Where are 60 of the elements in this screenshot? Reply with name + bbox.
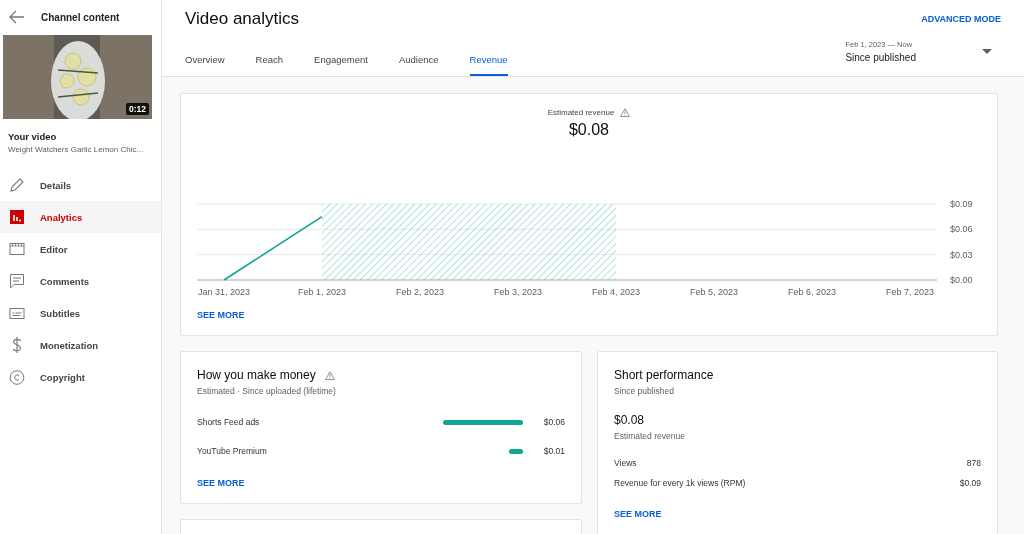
revenue-bar — [509, 448, 523, 454]
subtitles-icon — [9, 307, 25, 319]
axis-label: $0.06 — [950, 224, 973, 235]
sidebar-item[interactable]: Comments — [0, 265, 161, 297]
axis-label: Feb 4, 2023 — [592, 287, 640, 297]
metric-value: $0.09 — [959, 478, 981, 488]
source-label: Shorts Feed ads — [197, 417, 261, 427]
warning-icon — [324, 370, 335, 380]
analytics-icon — [9, 210, 25, 224]
warning-icon — [620, 108, 631, 117]
see-more-link[interactable]: SEE MORE — [197, 310, 245, 320]
sidebar-item[interactable]: Details — [0, 169, 161, 201]
tab[interactable]: Revenue — [469, 38, 508, 76]
dropdown-caret-icon — [982, 49, 992, 54]
card-subtitle: Since published — [614, 386, 675, 396]
axis-label: $0.00 — [950, 275, 973, 285]
chart-title: Estimated revenue — [547, 108, 615, 117]
source-value: $0.06 — [542, 417, 565, 427]
axis-label: Feb 6, 2023 — [788, 287, 836, 297]
axis-label: Feb 2, 2023 — [396, 287, 444, 297]
copyright-icon — [9, 369, 25, 385]
tab[interactable]: Audience — [398, 38, 439, 76]
video-title: Weight Watchers Garlic Lemon Chic... — [8, 145, 145, 154]
tab[interactable]: Engagement — [314, 38, 368, 76]
sidebar-item[interactable]: Editor — [0, 233, 161, 265]
advanced-mode-link[interactable]: ADVANCED MODE — [921, 14, 1001, 24]
metric-label: Views — [614, 458, 637, 468]
duration-badge: 0:12 — [126, 103, 149, 115]
metric-value: 878 — [966, 458, 981, 468]
axis-label: $0.03 — [950, 249, 973, 260]
axis-label: $0.09 — [950, 199, 973, 209]
pencil-icon — [9, 177, 25, 193]
sidebar-item[interactable]: Subtitles — [0, 297, 161, 329]
axis-label: Feb 7, 2023 — [886, 287, 934, 297]
revenue-total: $0.08 — [567, 121, 610, 139]
axis-label: Feb 5, 2023 — [690, 287, 738, 297]
tab[interactable]: Overview — [185, 38, 225, 76]
video-heading: Your video — [8, 131, 58, 142]
revenue-total: $0.08 — [614, 413, 646, 427]
sidebar-title: Channel content — [41, 11, 120, 23]
axis-label: Feb 1, 2023 — [298, 287, 346, 297]
axis-label: Feb 3, 2023 — [494, 287, 542, 297]
metric-label: Revenue for every 1k views (RPM) — [614, 478, 746, 488]
clapper-icon — [9, 243, 25, 255]
page-title: Video analytics — [185, 9, 300, 29]
sidebar-item[interactable]: Monetization — [0, 329, 161, 361]
card-title: Short performance — [614, 368, 714, 382]
comment-icon — [9, 273, 25, 289]
card-title: How you make money — [197, 368, 316, 382]
sidebar-item[interactable]: Analytics — [0, 201, 161, 233]
source-label: YouTube Premium — [197, 446, 268, 456]
see-more-link[interactable]: SEE MORE — [197, 478, 245, 488]
total-label: Estimated revenue — [614, 431, 686, 441]
see-more-link[interactable]: SEE MORE — [614, 509, 662, 519]
source-value: $0.01 — [542, 446, 565, 456]
back-arrow-icon[interactable] — [9, 10, 25, 24]
sidebar-item[interactable]: Copyright — [0, 361, 161, 393]
card-subtitle: Estimated · Since uploaded (lifetime) — [197, 386, 337, 396]
axis-label: Jan 31, 2023 — [198, 287, 250, 297]
tab[interactable]: Reach — [255, 38, 284, 76]
